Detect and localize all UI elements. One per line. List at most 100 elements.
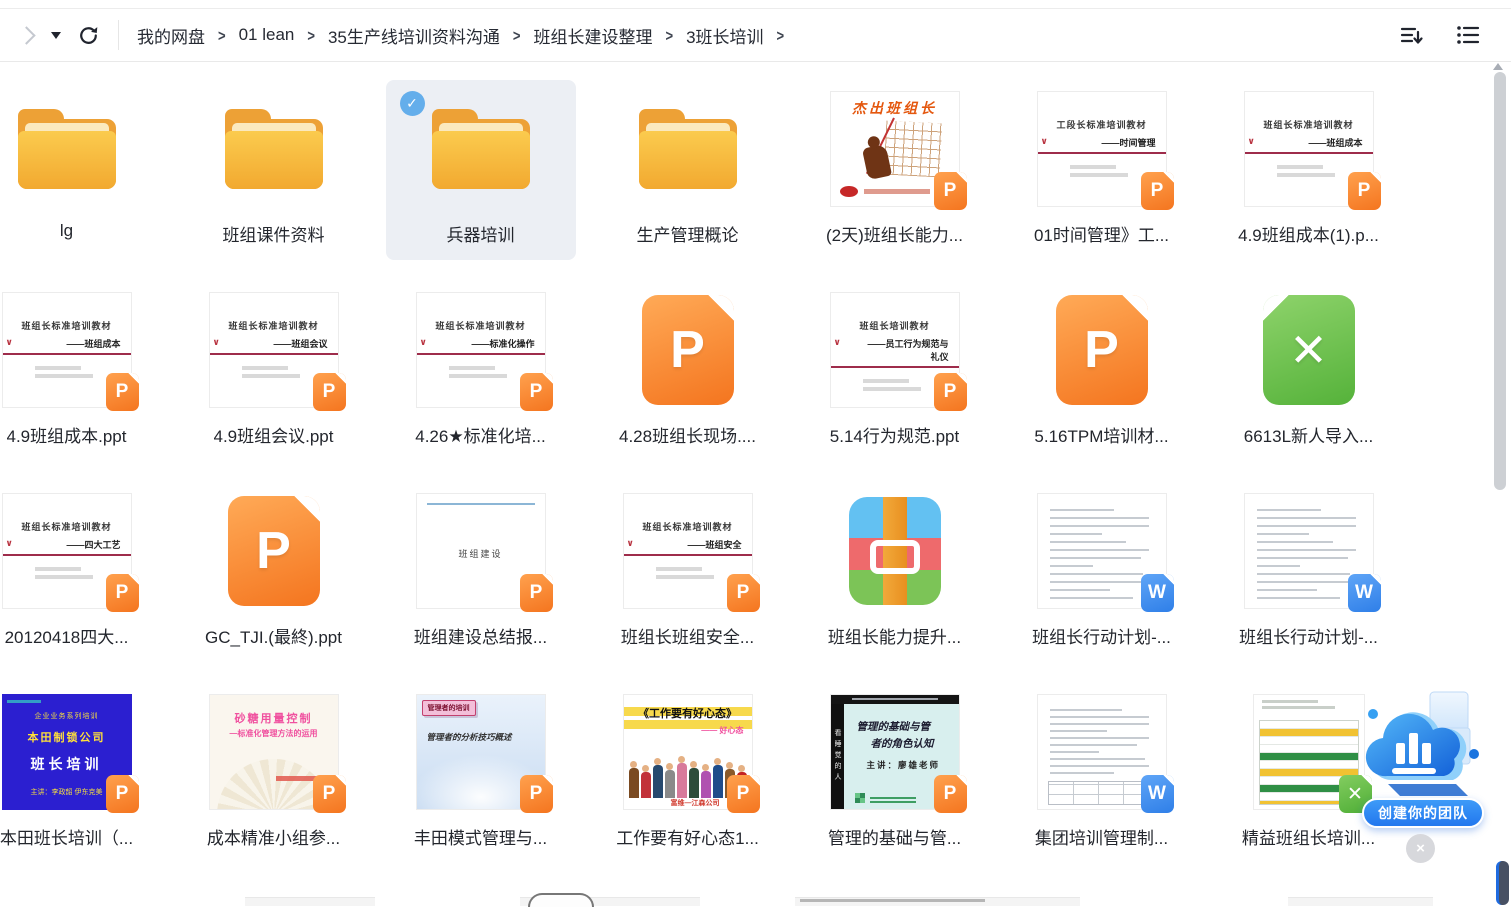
file-item[interactable]: 工段长标准培训教材——时间管理 ∨ P01时间管理》工... [1007,80,1197,260]
file-thumbnail: 班组长标准培训教材——四大工艺 ∨ P [2,493,132,609]
breadcrumb-item[interactable]: 我的网盘 [137,23,205,48]
folder-item[interactable]: 生产管理概论 [593,80,783,260]
breadcrumb-item[interactable]: 3班长培训 [686,23,763,48]
folder-item[interactable]: 班组课件资料 [179,80,369,260]
item-icon-zone: W [1007,482,1197,620]
file-thumbnail: W [1244,493,1374,609]
file-item[interactable]: P4.28班组长现场.... [593,281,783,461]
file-item[interactable]: ✕6613L新人导入... [1214,281,1404,461]
ppt-badge-icon: P [106,775,139,813]
item-icon-zone: 企业业务系列培训 本田制锁公司班长培训主讲：李政韶 伊东克美P [0,683,162,821]
item-label: GC_TJI.(最終).ppt [205,623,342,648]
file-thumbnail: 企业业务系列培训 本田制锁公司班长培训主讲：李政韶 伊东克美P [2,694,132,810]
file-item[interactable]: P5.16TPM培训材... [1007,281,1197,461]
file-item[interactable]: 班组长标准培训教材——标准化操作 ∨ P 4.26★标准化培... [386,281,576,461]
refresh-button[interactable] [77,24,100,47]
breadcrumb-item[interactable]: 35生产线培训资料沟通 [328,23,500,48]
list-view-button[interactable] [1455,23,1481,47]
word-badge-icon: W [1141,574,1174,612]
item-icon-zone: 班组长培训教材——员工行为规范与礼仪 ∨ P [800,281,990,419]
file-item[interactable]: 看睡觉的人 管理的基础与管者的角色认知主讲：廖雄老师 P 管理的基础与管... [800,683,990,863]
file-item[interactable]: W集团培训管理制... [1007,683,1197,863]
file-item[interactable]: 《工作要有好心态》 —— 好心态 富维—江森公司P工作要有好心态1... [593,683,783,863]
file-thumbnail: 班组长标准培训教材——标准化操作 ∨ P [416,292,546,408]
item-label: 班组长行动计划-... [1239,623,1378,648]
item-icon-zone: W [1007,683,1197,821]
item-icon-zone: P [179,482,369,620]
history-dropdown-button[interactable] [37,32,75,39]
item-label: 成本精准小组参... [207,824,340,849]
file-item[interactable]: 班组长标准培训教材——班组成本 ∨ P4.9班组成本(1).p... [1214,80,1404,260]
ppt-badge-icon: P [934,373,967,411]
file-thumbnail: 工段长标准培训教材——时间管理 ∨ P [1037,91,1167,207]
cover-logo-mark: ∨ [6,538,13,549]
word-badge-icon: W [1141,775,1174,813]
item-label: 丰田模式管理与... [414,824,547,849]
breadcrumb-separator-icon: > [777,26,785,44]
file-thumbnail: 管理者的培训管理者的分析技巧概述P [416,694,546,810]
file-item[interactable]: 企业业务系列培训 本田制锁公司班长培训主讲：李政韶 伊东克美P本田班长培训（..… [0,683,162,863]
file-item[interactable]: 班组长标准培训教材——班组安全 ∨ P班组长班组安全... [593,482,783,662]
item-icon-zone: 班组长标准培训教材——标准化操作 ∨ P [386,281,576,419]
item-icon-zone: W [1214,482,1404,620]
ppt-badge-icon: P [106,574,139,612]
sort-button[interactable] [1399,23,1425,47]
item-label: 兵器培训 [447,221,515,246]
file-item[interactable]: W班组长行动计划-... [1007,482,1197,662]
scrollbar-up-arrow[interactable] [1493,63,1503,70]
file-item[interactable]: 班组建设P班组建设总结报... [386,482,576,662]
item-icon-zone [386,80,576,218]
breadcrumb-item[interactable]: 01 lean [239,25,295,45]
item-label: 4.9班组成本(1).p... [1238,221,1379,246]
file-item[interactable]: 砂糖用量控制—标准化管理方法的运用 P 成本精准小组参... [179,683,369,863]
item-icon-zone [800,482,990,620]
file-item[interactable]: 班组长标准培训教材——班组成本 ∨ P 4.9班组成本.ppt [0,281,162,461]
dropdown-caret-icon [51,32,61,39]
item-icon-zone: ✕ [1214,281,1404,419]
create-team-promo: 创建你的团队 × [1352,686,1492,866]
promo-dismiss-button[interactable]: × [1406,834,1435,863]
item-label: lg [60,221,73,241]
file-item[interactable]: 杰出班组长 P(2天)班组长能力... [800,80,990,260]
file-item[interactable]: 管理者的培训管理者的分析技巧概述P 丰田模式管理与... [386,683,576,863]
cover-logo-mark: ∨ [213,337,220,348]
item-label: 4.26★标准化培... [415,422,546,447]
file-thumbnail: 班组长标准培训教材——班组成本 ∨ P [2,292,132,408]
file-thumbnail: 《工作要有好心态》 —— 好心态 富维—江森公司P [623,694,753,810]
toolbar-divider [118,20,119,50]
folder-item[interactable]: lg [0,80,162,260]
file-item[interactable]: 班组长能力提升... [800,482,990,662]
ppt-badge-icon: P [727,574,760,612]
file-thumbnail: 看睡觉的人 管理的基础与管者的角色认知主讲：廖雄老师 P [830,694,960,810]
item-icon-zone: 班组长标准培训教材——四大工艺 ∨ P [0,482,162,620]
sort-descending-icon [1399,23,1425,47]
folder-item[interactable]: ✓兵器培训 [386,80,576,260]
item-label: 4.9班组成本.ppt [7,422,127,447]
ppt-file-icon: P [642,295,734,405]
item-label: 4.9班组会议.ppt [214,422,334,447]
scrollbar-thumb[interactable] [1494,72,1506,490]
breadcrumb-item[interactable]: 班组长建设整理 [533,23,652,48]
forward-chevron-icon [17,26,35,44]
item-icon-zone: 砂糖用量控制—标准化管理方法的运用 P [179,683,369,821]
item-label: 管理的基础与管... [828,824,961,849]
file-thumbnail: 班组长标准培训教材——班组会议 ∨ P [209,292,339,408]
file-grid: lg班组课件资料✓兵器培训生产管理概论杰出班组长 P(2天)班组长能力...工段… [0,80,1412,884]
create-team-button[interactable]: 创建你的团队 [1362,798,1484,828]
folder-icon [639,109,737,189]
breadcrumb-separator-icon: > [307,26,315,44]
scrollbar-bottom-nub[interactable] [1496,861,1509,905]
item-icon-zone: 班组长标准培训教材——班组安全 ∨ P [593,482,783,620]
team-cloud-icon[interactable] [1356,686,1486,804]
file-item[interactable]: 班组长培训教材——员工行为规范与礼仪 ∨ P5.14行为规范.ppt [800,281,990,461]
file-thumbnail: ✕ [1253,694,1365,810]
forward-button[interactable] [14,29,37,42]
file-item[interactable]: 班组长标准培训教材——四大工艺 ∨ P20120418四大... [0,482,162,662]
file-item[interactable]: 班组长标准培训教材——班组会议 ∨ P 4.9班组会议.ppt [179,281,369,461]
company-logo [855,793,865,803]
list-view-icon [1455,23,1481,47]
file-item[interactable]: P GC_TJI.(最終).ppt [179,482,369,662]
item-icon-zone: 班组建设P [386,482,576,620]
item-label: 5.16TPM培训材... [1034,422,1168,447]
file-item[interactable]: W 班组长行动计划-... [1214,482,1404,662]
